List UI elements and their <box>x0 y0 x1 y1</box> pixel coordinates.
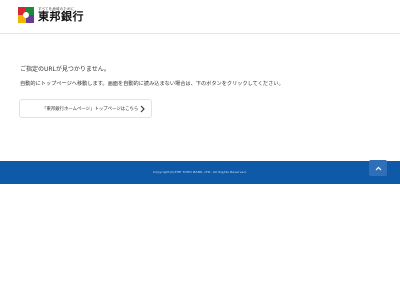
site-header: すべてを地域のために 東邦銀行 <box>0 0 400 33</box>
chevron-right-icon <box>140 105 145 113</box>
copyright-text: Copyright(C)THE TOHO BANK, LTD. All Righ… <box>153 170 247 174</box>
top-page-link-label: 「東邦銀行ホームページ」トップページはこちら <box>42 106 139 112</box>
logo-name: 東邦銀行 <box>38 10 84 23</box>
toho-bank-logo[interactable]: すべてを地域のために 東邦銀行 <box>18 7 84 23</box>
not-found-message: ご指定のURLが見つかりません。 <box>20 66 110 73</box>
logo-mark-icon <box>18 7 34 23</box>
top-page-link-button[interactable]: 「東邦銀行ホームページ」トップページはこちら <box>19 99 152 118</box>
logo-text: すべてを地域のために 東邦銀行 <box>38 7 84 23</box>
site-footer: Copyright(C)THE TOHO BANK, LTD. All Righ… <box>0 161 400 184</box>
redirect-message: 自動的にトップページへ移動します。画面を自動的に読み込まない場合は、下のボタンを… <box>20 81 284 87</box>
page-top-button[interactable] <box>369 160 387 176</box>
chevron-up-icon <box>375 166 381 170</box>
header-divider <box>0 33 400 34</box>
